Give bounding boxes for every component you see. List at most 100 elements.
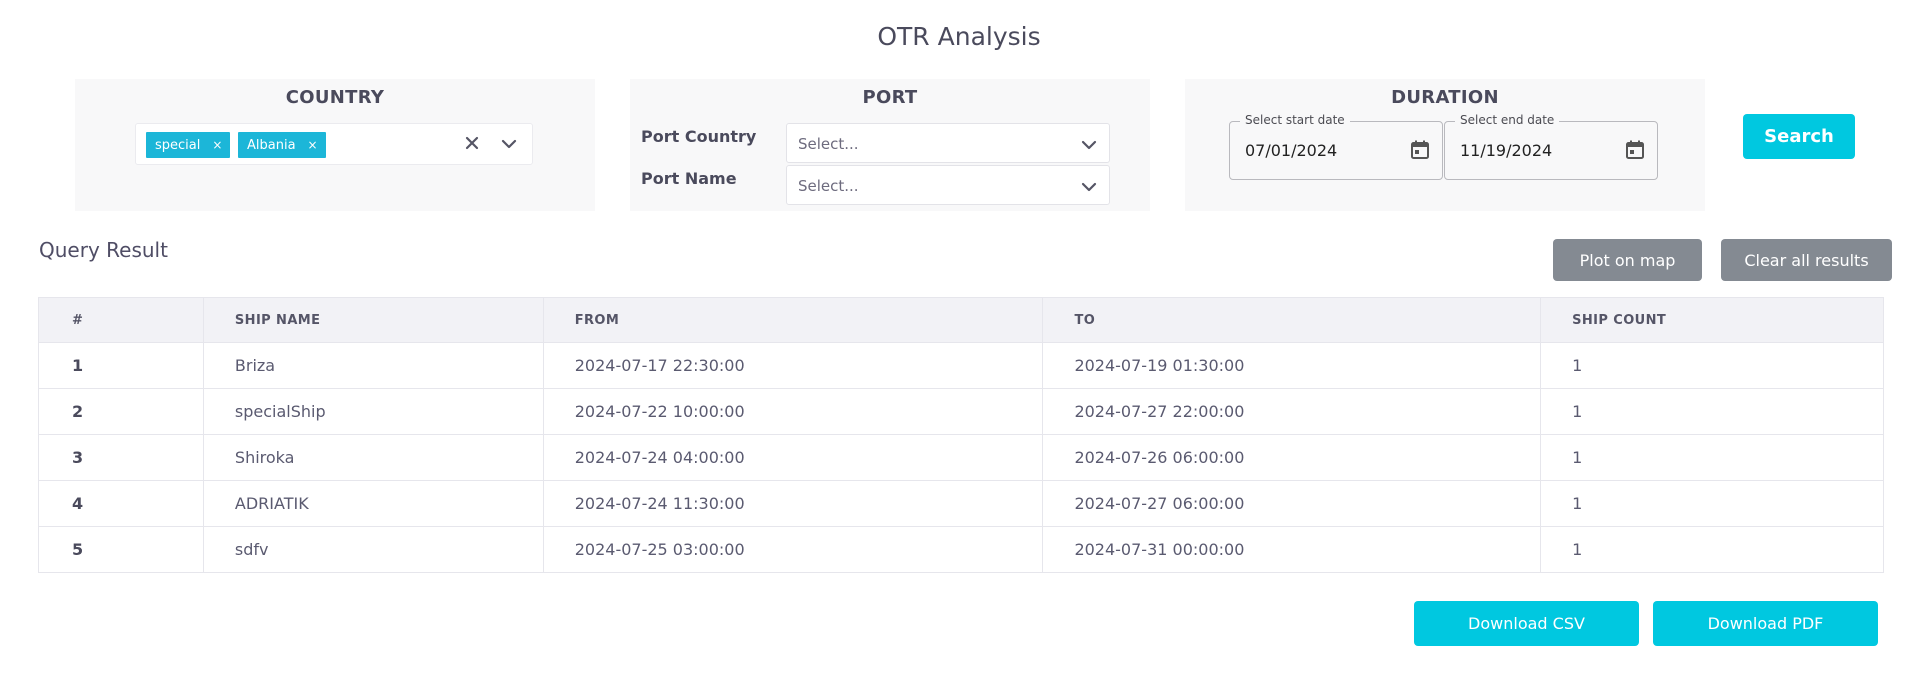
ship-count-cell: 1 <box>1540 480 1884 527</box>
ship-name-cell: Briza <box>202 342 544 389</box>
from-cell: 2024-07-22 10:00:00 <box>542 388 1044 435</box>
ship-count: 1 <box>1572 356 1583 375</box>
ship-count-cell: 1 <box>1540 434 1884 481</box>
column-header[interactable]: TO <box>1042 297 1542 343</box>
to-time: 2024-07-26 06:00:00 <box>1074 448 1245 467</box>
to-time: 2024-07-27 06:00:00 <box>1074 494 1245 513</box>
to-time: 2024-07-31 00:00:00 <box>1074 540 1245 559</box>
from-time: 2024-07-25 03:00:00 <box>574 540 745 559</box>
port-name-label: Port Name <box>641 169 737 188</box>
from-time: 2024-07-24 11:30:00 <box>574 494 745 513</box>
column-header[interactable]: SHIP COUNT <box>1540 297 1884 343</box>
country-filter-card: COUNTRY special × Albania × <box>75 79 595 211</box>
chip-remove-icon[interactable]: × <box>208 138 230 152</box>
chip-label: special <box>155 137 201 153</box>
row-number: 1 <box>72 356 84 375</box>
chevron-down-icon[interactable] <box>500 135 518 157</box>
country-chip-albania: Albania × <box>238 132 326 158</box>
from-cell: 2024-07-17 22:30:00 <box>542 342 1044 389</box>
download-csv-button[interactable]: Download CSV <box>1414 601 1639 646</box>
start-date-value[interactable]: 07/01/2024 <box>1245 141 1337 160</box>
search-button[interactable]: Search <box>1743 114 1855 159</box>
ship-name-cell: sdfv <box>202 526 544 573</box>
table-row[interactable]: 4 ADRIATIK 2024-07-24 11:30:00 2024-07-2… <box>38 480 1884 527</box>
column-header-label: # <box>72 312 84 328</box>
to-cell: 2024-07-26 06:00:00 <box>1042 434 1542 481</box>
ship-count-cell: 1 <box>1540 526 1884 573</box>
to-cell: 2024-07-27 06:00:00 <box>1042 480 1542 527</box>
from-cell: 2024-07-24 11:30:00 <box>542 480 1044 527</box>
from-cell: 2024-07-24 04:00:00 <box>542 434 1044 481</box>
clear-all-results-button[interactable]: Clear all results <box>1721 239 1892 281</box>
country-title: COUNTRY <box>285 87 385 108</box>
download-pdf-button[interactable]: Download PDF <box>1653 601 1878 646</box>
row-number: 3 <box>72 448 84 467</box>
start-date-label: Select start date <box>1240 113 1350 127</box>
column-header[interactable]: # <box>38 297 204 343</box>
column-header[interactable]: FROM <box>542 297 1044 343</box>
column-header-label: SHIP NAME <box>234 312 321 328</box>
table-row[interactable]: 2 specialShip 2024-07-22 10:00:00 2024-0… <box>38 388 1884 435</box>
table-row[interactable]: 1 Briza 2024-07-17 22:30:00 2024-07-19 0… <box>38 342 1884 389</box>
chip-remove-icon[interactable]: × <box>304 138 326 152</box>
column-header[interactable]: SHIP NAME <box>202 297 544 343</box>
ship-name-cell: Shiroka <box>202 434 544 481</box>
ship-count: 1 <box>1572 402 1583 421</box>
end-date-field[interactable]: Select end date 11/19/2024 <box>1444 113 1658 180</box>
column-header-label: FROM <box>574 312 620 328</box>
port-country-select[interactable]: Select... <box>786 123 1110 163</box>
port-country-label: Port Country <box>641 127 757 146</box>
ship-count-cell: 1 <box>1540 342 1884 389</box>
start-date-field[interactable]: Select start date 07/01/2024 <box>1229 113 1443 180</box>
ship-count: 1 <box>1572 494 1583 513</box>
from-time: 2024-07-22 10:00:00 <box>574 402 745 421</box>
chevron-down-icon[interactable] <box>1080 136 1098 158</box>
row-number-cell: 2 <box>38 388 204 435</box>
from-time: 2024-07-24 04:00:00 <box>574 448 745 467</box>
column-header-label: TO <box>1074 312 1096 328</box>
country-chip-special: special × <box>146 132 231 158</box>
from-cell: 2024-07-25 03:00:00 <box>542 526 1044 573</box>
table-row[interactable]: 5 sdfv 2024-07-25 03:00:00 2024-07-31 00… <box>38 526 1884 573</box>
row-number: 4 <box>72 494 84 513</box>
close-icon[interactable] <box>462 133 482 157</box>
ship-count: 1 <box>1572 448 1583 467</box>
duration-filter-card: DURATION Select start date 07/01/2024 Se… <box>1185 79 1705 211</box>
port-title: PORT <box>862 87 918 108</box>
row-number: 5 <box>72 540 84 559</box>
row-number: 2 <box>72 402 84 421</box>
to-time: 2024-07-27 22:00:00 <box>1074 402 1245 421</box>
column-header-label: SHIP COUNT <box>1572 312 1667 328</box>
end-date-value[interactable]: 11/19/2024 <box>1460 141 1552 160</box>
page-title: OTR Analysis <box>877 22 1041 51</box>
to-cell: 2024-07-19 01:30:00 <box>1042 342 1542 389</box>
ship-name: sdfv <box>234 540 269 559</box>
plot-on-map-button[interactable]: Plot on map <box>1553 239 1702 281</box>
port-filter-card: PORT Port Country Select... Port Name Se… <box>630 79 1150 211</box>
country-multiselect[interactable]: special × Albania × <box>135 123 533 165</box>
row-number-cell: 1 <box>38 342 204 389</box>
chip-label: Albania <box>247 137 296 153</box>
ship-count-cell: 1 <box>1540 388 1884 435</box>
ship-name: specialShip <box>234 402 326 421</box>
ship-name-cell: ADRIATIK <box>202 480 544 527</box>
table-header-row: # SHIP NAME FROM TO SHIP COUNT <box>38 297 1884 343</box>
ship-name: Briza <box>234 356 276 375</box>
ship-name-cell: specialShip <box>202 388 544 435</box>
duration-title: DURATION <box>1391 87 1499 108</box>
to-cell: 2024-07-31 00:00:00 <box>1042 526 1542 573</box>
port-name-placeholder: Select... <box>798 177 859 195</box>
chevron-down-icon[interactable] <box>1080 178 1098 200</box>
table-row[interactable]: 3 Shiroka 2024-07-24 04:00:00 2024-07-26… <box>38 434 1884 481</box>
end-date-label: Select end date <box>1455 113 1560 127</box>
from-time: 2024-07-17 22:30:00 <box>574 356 745 375</box>
to-time: 2024-07-19 01:30:00 <box>1074 356 1245 375</box>
port-name-select[interactable]: Select... <box>786 165 1110 205</box>
port-country-placeholder: Select... <box>798 135 859 153</box>
calendar-icon[interactable] <box>1624 139 1646 165</box>
calendar-icon[interactable] <box>1409 139 1431 165</box>
results-table: # SHIP NAME FROM TO SHIP COUNT 1 Briza 2… <box>38 297 1884 573</box>
ship-name: Shiroka <box>234 448 295 467</box>
to-cell: 2024-07-27 22:00:00 <box>1042 388 1542 435</box>
row-number-cell: 4 <box>38 480 204 527</box>
